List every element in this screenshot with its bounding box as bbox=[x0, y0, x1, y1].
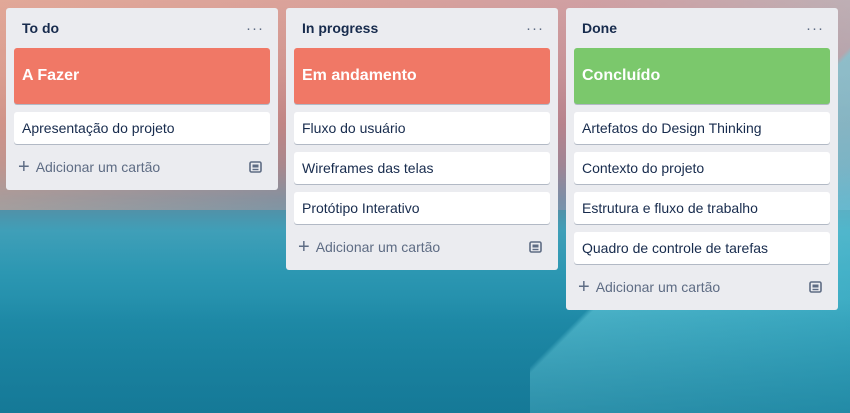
card[interactable]: Protótipo Interativo bbox=[294, 192, 550, 224]
more-horizontal-icon[interactable]: ··· bbox=[802, 20, 828, 37]
card[interactable]: Apresentação do projeto bbox=[14, 112, 270, 144]
card-cover-concluido[interactable]: Concluído bbox=[574, 48, 830, 104]
card-title: Em andamento bbox=[302, 67, 417, 84]
card[interactable]: Fluxo do usuário bbox=[294, 112, 550, 144]
list-header: In progress ··· bbox=[294, 8, 550, 48]
card-title: Artefatos do Design Thinking bbox=[582, 120, 762, 136]
add-card-row: + Adicionar um cartão bbox=[14, 152, 270, 182]
list-to-do: To do ··· A Fazer Apresentação do projet… bbox=[6, 8, 278, 190]
card-cover-em-andamento[interactable]: Em andamento bbox=[294, 48, 550, 104]
card-title: Contexto do projeto bbox=[582, 160, 705, 176]
card[interactable]: Wireframes das telas bbox=[294, 152, 550, 184]
card[interactable]: Contexto do projeto bbox=[574, 152, 830, 184]
add-card-label: Adicionar um cartão bbox=[595, 279, 721, 295]
list-title[interactable]: In progress bbox=[302, 20, 378, 36]
plus-icon: + bbox=[578, 276, 590, 298]
card-template-icon[interactable] bbox=[528, 239, 544, 255]
list-title[interactable]: Done bbox=[582, 20, 617, 36]
card-title: Protótipo Interativo bbox=[302, 200, 420, 216]
card[interactable]: Estrutura e fluxo de trabalho bbox=[574, 192, 830, 224]
add-card-button[interactable]: + Adicionar um cartão bbox=[18, 157, 160, 177]
list-in-progress: In progress ··· Em andamento Fluxo do us… bbox=[286, 8, 558, 270]
add-card-label: Adicionar um cartão bbox=[315, 239, 441, 255]
card-title: Estrutura e fluxo de trabalho bbox=[582, 200, 758, 216]
card[interactable]: Artefatos do Design Thinking bbox=[574, 112, 830, 144]
add-card-label: Adicionar um cartão bbox=[35, 159, 161, 175]
card-title: Fluxo do usuário bbox=[302, 120, 406, 136]
card-title: Concluído bbox=[582, 67, 661, 84]
list-header: Done ··· bbox=[574, 8, 830, 48]
more-horizontal-icon[interactable]: ··· bbox=[522, 20, 548, 37]
card-title: Quadro de controle de tarefas bbox=[582, 240, 769, 256]
card-title: A Fazer bbox=[22, 67, 80, 84]
card-template-icon[interactable] bbox=[808, 279, 824, 295]
card[interactable]: Quadro de controle de tarefas bbox=[574, 232, 830, 264]
add-card-button[interactable]: + Adicionar um cartão bbox=[298, 237, 440, 257]
add-card-row: + Adicionar um cartão bbox=[574, 272, 830, 302]
list-done: Done ··· Concluído Artefatos do Design T… bbox=[566, 8, 838, 310]
list-header: To do ··· bbox=[14, 8, 270, 48]
board-background-shade bbox=[0, 300, 850, 413]
more-horizontal-icon[interactable]: ··· bbox=[242, 20, 268, 37]
card-title: Apresentação do projeto bbox=[22, 120, 175, 136]
add-card-row: + Adicionar um cartão bbox=[294, 232, 550, 262]
plus-icon: + bbox=[298, 236, 310, 258]
card-cover-a-fazer[interactable]: A Fazer bbox=[14, 48, 270, 104]
card-title: Wireframes das telas bbox=[302, 160, 434, 176]
add-card-button[interactable]: + Adicionar um cartão bbox=[578, 277, 720, 297]
list-title[interactable]: To do bbox=[22, 20, 59, 36]
plus-icon: + bbox=[18, 156, 30, 178]
card-template-icon[interactable] bbox=[248, 159, 264, 175]
